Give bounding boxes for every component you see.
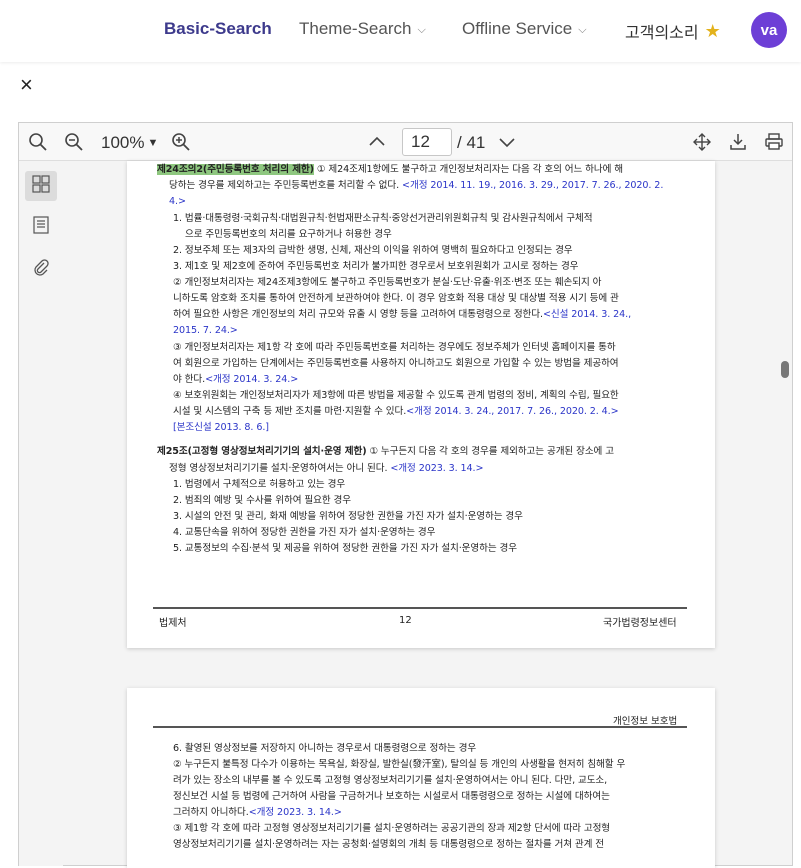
- nav-offline-service[interactable]: Offline Service ⌵: [462, 19, 587, 39]
- paragraph-line: ③ 제1항 각 호에 따라 고정형 영상정보처리기기를 설치·운영하려는 공공기…: [173, 823, 611, 834]
- nav-theme-search-label: Theme-Search: [299, 19, 412, 38]
- list-item: 5. 교통정보의 수집·분석 및 제공을 위하여 정당한 권한을 가진 자가 설…: [173, 543, 517, 554]
- close-icon[interactable]: ×: [20, 74, 33, 96]
- page-total: / 41: [457, 133, 486, 152]
- list-item: 6. 촬영된 영상정보를 저장하지 아니하는 경우로서 대통령령으로 정하는 경…: [173, 743, 477, 754]
- list-item: 3. 제1호 및 제2호에 준하여 주민등록번호 처리가 불가피한 경우로서 보…: [173, 261, 579, 272]
- article-25-title: 제25조(고정형 영상정보처리기기의 설치·운영 제한): [157, 446, 367, 457]
- caret-down-icon: ▼: [147, 137, 159, 149]
- header-divider: [153, 726, 687, 728]
- pdf-viewer: 100% ▼ 12 / 41 제24조의2(주민등록번호 처리의 제한) ① 제…: [18, 122, 793, 868]
- paragraph-line: 하여 필요한 사항은 개인정보의 처리 규모와 유출 시 영향 등을 고려하여 …: [173, 309, 632, 320]
- zoom-in-icon[interactable]: [171, 132, 191, 157]
- paragraph-line: 려가 있는 장소의 내부를 볼 수 있도록 고정형 영상정보처리기기를 설치·운…: [173, 775, 608, 786]
- article-24-2-intro-line3: 4.>: [169, 196, 186, 207]
- outline-button[interactable]: [25, 212, 57, 242]
- nav-theme-search[interactable]: Theme-Search ⌵: [299, 19, 426, 39]
- paragraph-line: ② 개인정보처리자는 제24조제3항에도 불구하고 주민등록번호가 분실·도난·…: [173, 277, 602, 288]
- paragraph-line: 니하도록 암호화 조치를 통하여 안전하게 보관하여야 한다. 이 경우 암호화…: [173, 293, 619, 304]
- paragraph-line: ③ 개인정보처리자는 제1항 각 호에 따라 주민등록번호를 처리하는 경우에도…: [173, 342, 616, 353]
- article-24-2-intro-line1: 제24조의2(주민등록번호 처리의 제한) ① 제24조제1항에도 불구하고 개…: [157, 164, 624, 175]
- paragraph-line: [본조신설 2013. 8. 6.]: [173, 422, 269, 433]
- scrollbar-thumb[interactable]: [781, 361, 789, 378]
- highlighted-article-title: 제24조의2(주민등록번호 처리의 제한): [157, 164, 314, 175]
- list-item: 3. 시설의 안전 및 관리, 화재 예방을 위하여 정당한 권한을 가진 자가…: [173, 511, 523, 522]
- top-navigation: Basic-Search Theme-Search ⌵ Offline Serv…: [0, 0, 801, 62]
- page-header-title: 개인정보 보호법: [613, 716, 678, 727]
- pan-move-icon[interactable]: [692, 132, 712, 157]
- nav-customer-voice-label: 고객의소리: [625, 25, 699, 42]
- paragraph-line: 2015. 7. 24.>: [173, 325, 238, 336]
- pdf-page-12: 제24조의2(주민등록번호 처리의 제한) ① 제24조제1항에도 불구하고 개…: [127, 161, 715, 648]
- paragraph-line: ④ 보호위원회는 개인정보처리자가 제3항에 따른 방법을 제공할 수 있도록 …: [173, 390, 619, 401]
- nav-customer-voice[interactable]: 고객의소리 ★: [625, 19, 721, 43]
- download-icon[interactable]: [728, 132, 748, 157]
- search-icon[interactable]: [28, 132, 48, 157]
- list-item: 1. 법령에서 구체적으로 허용하고 있는 경우: [173, 479, 346, 490]
- thumbnails-icon: [32, 174, 50, 198]
- nav-offline-service-label: Offline Service: [462, 19, 573, 38]
- avatar[interactable]: va: [751, 12, 787, 48]
- thumbnails-button[interactable]: [25, 171, 57, 201]
- article-25-intro-line1: 제25조(고정형 영상정보처리기기의 설치·운영 제한) ① 누구든지 다음 각…: [157, 446, 614, 457]
- viewer-sidebar: [19, 161, 63, 866]
- chevron-down-icon: ⌵: [417, 23, 426, 36]
- page-number-value: 12: [411, 132, 430, 151]
- chevron-down-icon: ⌵: [578, 23, 587, 36]
- paragraph-line: 정신보건 시설 등 법령에 근거하여 사람을 구금하거나 보호하는 시설로서 대…: [173, 791, 610, 802]
- avatar-initials: va: [760, 21, 778, 39]
- footer-left: 법제처: [159, 618, 187, 629]
- paragraph-line: ② 누구든지 불특정 다수가 이용하는 목욕실, 화장실, 발한실(發汗室), …: [173, 759, 626, 770]
- next-page-icon[interactable]: [497, 132, 517, 157]
- article-24-2-intro-line2: 당하는 경우를 제외하고는 주민등록번호를 처리할 수 없다. <개정 2014…: [169, 180, 664, 191]
- nav-basic-search-label: Basic-Search: [164, 19, 272, 38]
- paragraph-line: 시설 및 시스템의 구축 등 제반 조치를 마련·지원할 수 있다.<개정 20…: [173, 406, 619, 417]
- list-item: 으로 주민등록번호의 처리를 요구하거나 허용한 경우: [185, 229, 392, 240]
- list-item: 2. 정보주체 또는 제3자의 급박한 생명, 신체, 재산의 이익을 위하여 …: [173, 245, 573, 256]
- attachments-button[interactable]: [25, 254, 57, 284]
- list-item: 2. 범죄의 예방 및 수사를 위하여 필요한 경우: [173, 495, 351, 506]
- viewer-toolbar: 100% ▼ 12 / 41: [19, 123, 792, 161]
- pdf-page-13: 개인정보 보호법 6. 촬영된 영상정보를 저장하지 아니하는 경우로서 대통령…: [127, 688, 715, 868]
- paragraph-line: 그러하지 아니하다.<개정 2023. 3. 14.>: [173, 807, 342, 818]
- outline-icon: [32, 215, 50, 239]
- footer-right: 국가법령정보센터: [603, 618, 677, 629]
- print-icon[interactable]: [764, 132, 784, 157]
- paperclip-icon: [32, 258, 50, 281]
- footer-divider: [153, 607, 687, 609]
- paragraph-line: 여 회원으로 가입하는 단계에서는 주민등록번호를 사용하지 아니하고도 회원으…: [173, 358, 619, 369]
- star-icon: ★: [704, 20, 721, 41]
- article-25-intro-line2: 정형 영상정보처리기기를 설치·운영하여서는 아니 된다. <개정 2023. …: [169, 463, 484, 474]
- zoom-select[interactable]: 100% ▼: [101, 133, 158, 153]
- zoom-value: 100%: [101, 133, 145, 152]
- paragraph-line: 영상정보처리기기를 설치·운영하려는 자는 공청회·설명회의 개최 등 대통령령…: [173, 839, 605, 850]
- zoom-out-icon[interactable]: [64, 132, 84, 157]
- list-item: 1. 법률·대통령령·국회규칙·대법원규칙·헌법재판소규칙·중앙선거관리위원회규…: [173, 213, 593, 224]
- page-number-input[interactable]: 12: [402, 128, 452, 156]
- nav-basic-search[interactable]: Basic-Search: [164, 19, 272, 39]
- list-item: 4. 교통단속을 위하여 정당한 권한을 가진 자가 설치·운영하는 경우: [173, 527, 436, 538]
- previous-page-icon[interactable]: [367, 132, 387, 157]
- footer-page-number: 12: [399, 615, 412, 626]
- paragraph-line: 야 한다.<개정 2014. 3. 24.>: [173, 374, 299, 385]
